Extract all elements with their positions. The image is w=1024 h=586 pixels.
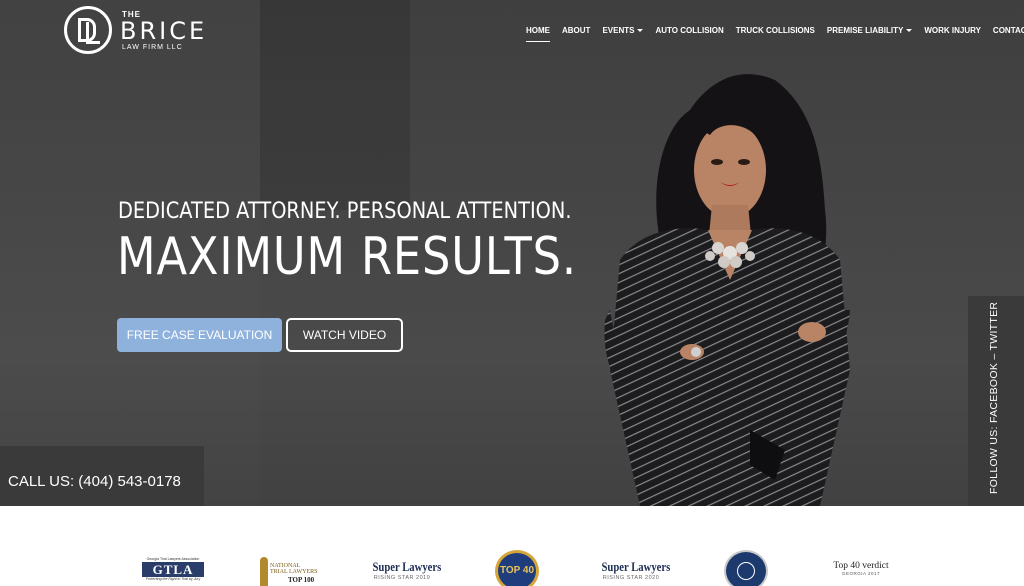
nav-truck-collisions[interactable]: TRUCK COLLISIONS <box>736 24 815 42</box>
logo-mark-icon <box>64 6 112 54</box>
brice-logo[interactable]: THE BRICE LAW FIRM LLC <box>64 6 224 54</box>
nav-premise-liability[interactable]: PREMISE LIABILITY <box>827 24 913 42</box>
nav-about[interactable]: ABOUT <box>562 24 590 42</box>
attorney-photo <box>604 74 850 506</box>
logo-subtitle: LAW FIRM LLC <box>122 44 183 51</box>
statue-icon <box>260 557 268 586</box>
gtla-badge: Georgia Trial Lawyers Association GTLA P… <box>142 557 204 586</box>
watch-video-button[interactable]: WATCH VIDEO <box>286 318 403 352</box>
main-nav: HOME ABOUT EVENTS AUTO COLLISION TRUCK C… <box>526 24 1024 44</box>
nav-auto-collision[interactable]: AUTO COLLISION <box>655 24 723 42</box>
awards-strip: Georgia Trial Lawyers Association GTLA P… <box>0 506 1024 586</box>
follow-us-panel: FOLLOW US: FACEBOOK – TWITTER <box>968 296 1024 506</box>
call-us-box[interactable]: CALL US: (404) 543-0178 <box>0 446 204 506</box>
hero-tagline: DEDICATED ATTORNEY. PERSONAL ATTENTION. <box>118 199 572 224</box>
nav-work-injury[interactable]: WORK INJURY <box>924 24 981 42</box>
super-lawyers-2019-badge: Super Lawyers RISING STAR 2019 <box>372 559 442 581</box>
chevron-down-icon <box>637 29 644 33</box>
nav-contact[interactable]: CONTACT <box>993 24 1024 42</box>
top-40-badge: TOP 40 <box>495 550 539 586</box>
nav-home[interactable]: HOME <box>526 24 550 42</box>
chevron-down-icon <box>906 29 913 33</box>
hero-section: THE BRICE LAW FIRM LLC HOME ABOUT EVENTS… <box>0 0 1024 506</box>
call-us-text[interactable]: CALL US: (404) 543-0178 <box>8 473 181 490</box>
super-lawyers-2020-badge: Super Lawyers RISING STAR 2020 <box>601 559 671 581</box>
top-40-verdict-badge: Top 40 verdict GEORGIA 2017 <box>833 561 889 576</box>
free-case-evaluation-button[interactable]: FREE CASE EVALUATION <box>117 318 282 352</box>
follow-us-text[interactable]: FOLLOW US: FACEBOOK – TWITTER <box>988 302 1000 494</box>
logo-name: BRICE <box>120 17 208 45</box>
state-bar-seal <box>724 550 768 586</box>
nav-events[interactable]: EVENTS <box>602 24 644 42</box>
national-trial-lawyers-badge: NATIONAL TRIAL LAWYERS TOP 100 <box>258 553 320 586</box>
hero-pillar <box>260 0 410 210</box>
hero-headline: MAXIMUM RESULTS. <box>117 227 578 287</box>
seal-icon <box>737 562 755 580</box>
